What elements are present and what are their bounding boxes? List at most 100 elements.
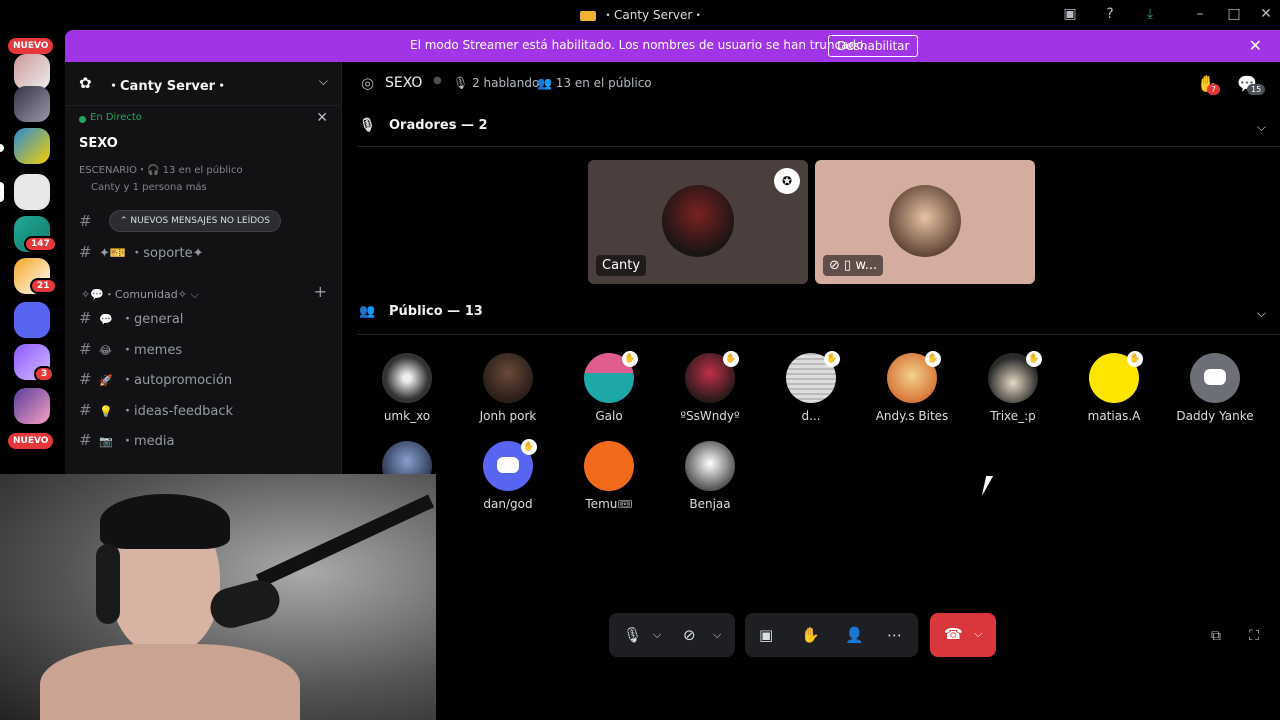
- chevron-down-icon[interactable]: ⌵: [974, 627, 982, 641]
- raised-hand-icon: ✋: [1127, 351, 1143, 367]
- channel-label: ・media: [121, 434, 175, 449]
- server-icon[interactable]: [14, 388, 50, 424]
- server-icon-active[interactable]: [14, 174, 50, 210]
- invite-to-speak-icon[interactable]: 👤: [845, 626, 864, 644]
- microphone-icon[interactable]: 🎙: [623, 626, 642, 644]
- share-screen-icon[interactable]: ▣: [759, 626, 773, 644]
- raised-hand-icon: ✋: [723, 351, 739, 367]
- microphone-icon: 🎙: [359, 118, 376, 133]
- download-icon[interactable]: ⤓: [1140, 4, 1160, 24]
- webcam-overlay: [0, 474, 436, 720]
- chevron-down-icon[interactable]: ⌵: [1257, 306, 1266, 321]
- raise-hand-off-icon[interactable]: ✋: [801, 626, 820, 644]
- audience-icon: 👥: [359, 304, 376, 319]
- disable-streamer-button[interactable]: Deshabilitar: [828, 35, 919, 57]
- hash-icon: #: [79, 212, 92, 230]
- channel-emoji: 💬: [99, 313, 113, 326]
- close-window-icon[interactable]: ✕: [1256, 4, 1276, 24]
- maximize-icon[interactable]: □: [1224, 4, 1244, 24]
- server-header[interactable]: ✿ ・Canty Server・ ⌵: [65, 62, 342, 106]
- mobile-icon: ▯: [844, 258, 852, 273]
- stage-meta: ESCENARIO・🎧 13 en el público: [79, 165, 243, 176]
- live-stage-panel: En Directo ✕ SEXO ESCENARIO・🎧 13 en el p…: [65, 106, 342, 202]
- server-icon[interactable]: [14, 302, 50, 338]
- raised-hand-icon: ✋: [521, 439, 537, 455]
- title-bar: ・Canty Server・ ▣ ? ⤓ – □ ✕: [0, 0, 1280, 28]
- divider: [357, 334, 1280, 335]
- video-off-icon: ⊘: [829, 258, 840, 273]
- avatar: [662, 185, 734, 257]
- minimize-icon[interactable]: –: [1190, 4, 1210, 24]
- avatar: [483, 353, 533, 403]
- channel-item-autopromocion[interactable]: # 🚀 ・autopromoción: [79, 369, 232, 393]
- server-logo-icon: [580, 10, 596, 21]
- inbox-icon[interactable]: ▣: [1060, 4, 1080, 24]
- new-servers-badge: NUEVO: [8, 433, 54, 449]
- channel-emoji: ✦🎫: [99, 246, 127, 261]
- speaker-name: Canty: [596, 255, 647, 276]
- stage-name: SEXO: [385, 75, 423, 91]
- audience-member[interactable]: umk_xo: [359, 353, 455, 423]
- channel-item-ideas[interactable]: # 💡 ・ideas-feedback: [79, 400, 233, 424]
- channel-item-memes[interactable]: # 😂 ・memes: [79, 339, 182, 363]
- audience-member[interactable]: Temu🎟: [561, 441, 657, 511]
- stage-actions: ▣ ✋ 👤 ⋯: [745, 613, 918, 657]
- live-dot-icon: [79, 116, 86, 123]
- hands-badge: 7: [1207, 84, 1221, 95]
- audience-member[interactable]: ✋ d...: [763, 351, 859, 423]
- disconnect-button[interactable]: ☎ ⌵: [930, 613, 996, 657]
- speaker-tile[interactable]: ✪ Canty: [588, 160, 808, 284]
- hash-icon: #: [79, 431, 92, 449]
- audience-member[interactable]: Benjaa: [662, 441, 758, 511]
- audience-member[interactable]: ✋ ºSsWndyº: [662, 351, 758, 423]
- channel-emoji: 😂: [99, 344, 112, 357]
- participants-summary: Canty y 1 persona más: [91, 182, 207, 193]
- server-icon[interactable]: [14, 128, 50, 164]
- pop-out-icon[interactable]: ⧉: [1206, 626, 1226, 646]
- channel-item[interactable]: #: [79, 212, 99, 236]
- channel-emoji: 💡: [99, 405, 113, 418]
- channel-label: ・autopromoción: [121, 373, 233, 388]
- chevron-down-icon[interactable]: ⌵: [713, 628, 721, 642]
- chevron-down-icon[interactable]: ⌵: [1257, 120, 1266, 135]
- category-comunidad[interactable]: ✧💬・Comunidad✧ ⌵: [81, 286, 199, 302]
- chevron-down-icon[interactable]: ⌵: [653, 628, 661, 642]
- channel-item-soporte[interactable]: # ✦🎫 ・soporte✦: [79, 242, 204, 266]
- audience-member[interactable]: ✋ Galo: [561, 351, 657, 423]
- unread-messages-pill[interactable]: ⌃ NUEVOS MENSAJES NO LEÍDOS: [109, 210, 281, 232]
- close-banner-icon[interactable]: ✕: [1249, 36, 1262, 55]
- more-options-icon[interactable]: ⋯: [887, 626, 902, 644]
- camera-off-icon[interactable]: ⊘: [683, 626, 696, 644]
- chevron-down-icon: ⌵: [318, 74, 328, 88]
- discord-window: { "window": { "title": "・Canty Server・" …: [0, 0, 1280, 720]
- avatar: [685, 441, 735, 491]
- server-icon[interactable]: [14, 86, 50, 122]
- audience-count: 👥 13 en el público: [537, 76, 652, 90]
- audience-member[interactable]: ✋ Trixe_:p: [965, 351, 1061, 423]
- avatar: [1190, 353, 1240, 403]
- audience-member[interactable]: ✋ Andy.s Bites: [864, 351, 960, 423]
- live-channel-name[interactable]: SEXO: [79, 136, 118, 151]
- close-icon[interactable]: ✕: [316, 110, 328, 126]
- audience-member[interactable]: Daddy Yanke: [1167, 353, 1263, 423]
- raised-hand-icon: ✋: [1026, 351, 1042, 367]
- active-server-indicator: [0, 182, 4, 202]
- speaker-tile[interactable]: ⊘ ▯ w...: [815, 160, 1035, 284]
- raised-hand-icon: ✋: [824, 351, 840, 367]
- mention-badge: 3: [34, 366, 55, 382]
- help-icon[interactable]: ?: [1100, 4, 1120, 24]
- hash-icon: #: [79, 309, 92, 327]
- audience-member[interactable]: Jonh pork: [460, 353, 556, 423]
- mention-badge: 147: [24, 236, 57, 252]
- add-channel-icon[interactable]: +: [314, 282, 327, 301]
- audience-member[interactable]: ✋ dan/god: [460, 439, 556, 511]
- channel-label: ・soporte✦: [130, 246, 204, 261]
- raised-hand-icon: ✋: [925, 351, 941, 367]
- channel-item-general[interactable]: # 💬 ・general: [79, 308, 183, 332]
- server-icon[interactable]: [14, 54, 50, 90]
- audience-member[interactable]: ✋ matias.A: [1066, 351, 1162, 423]
- fullscreen-icon[interactable]: ⛶: [1244, 626, 1264, 646]
- channel-item-media[interactable]: # 📷 ・media: [79, 430, 175, 454]
- raised-hand-icon: ✋: [622, 351, 638, 367]
- channel-label: ・ideas-feedback: [121, 404, 234, 419]
